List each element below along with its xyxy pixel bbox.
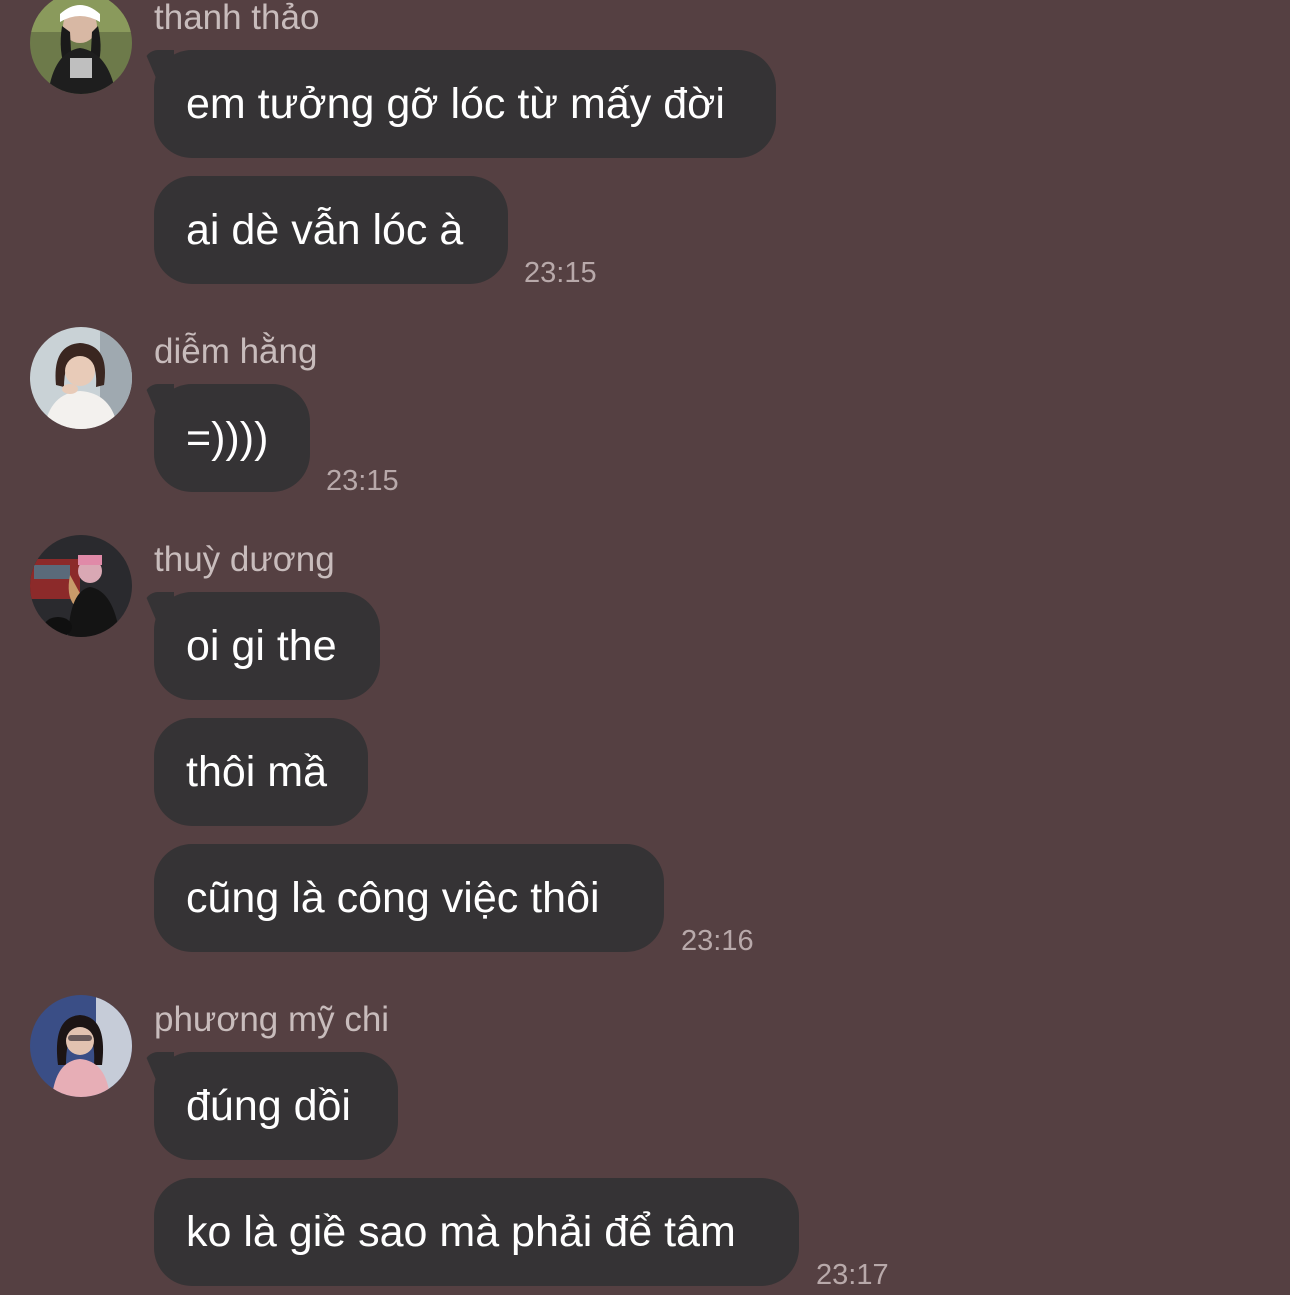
message-bubble[interactable]: ko là giề sao mà phải để tâm bbox=[154, 1178, 799, 1286]
user-avatar-icon bbox=[30, 327, 132, 429]
chat-message-list[interactable]: thanh thảo em tưởng gỡ lóc từ mấy đời ai… bbox=[0, 0, 1290, 1295]
message-bubble[interactable]: =)))) bbox=[154, 384, 310, 492]
message-timestamp: 23:15 bbox=[524, 257, 597, 289]
message-bubble[interactable]: em tưởng gỡ lóc từ mấy đời bbox=[154, 50, 776, 158]
message-bubble[interactable]: oi gi the bbox=[154, 592, 380, 700]
avatar-phuong-my-chi[interactable] bbox=[30, 995, 132, 1097]
user-avatar-icon bbox=[30, 535, 132, 637]
message-timestamp: 23:17 bbox=[816, 1259, 889, 1291]
sender-name: phương mỹ chi bbox=[154, 1000, 390, 1039]
sender-name: diễm hằng bbox=[154, 332, 318, 371]
avatar-thuy-duong[interactable] bbox=[30, 535, 132, 637]
message-bubble[interactable]: thôi mầ bbox=[154, 718, 368, 826]
sender-name: thanh thảo bbox=[154, 0, 320, 37]
message-timestamp: 23:16 bbox=[681, 925, 754, 957]
message-timestamp: 23:15 bbox=[326, 465, 399, 497]
user-avatar-icon bbox=[30, 995, 132, 1097]
avatar-thanh-thao[interactable] bbox=[30, 0, 132, 94]
avatar-diem-hang[interactable] bbox=[30, 327, 132, 429]
message-bubble[interactable]: đúng dồi bbox=[154, 1052, 398, 1160]
user-avatar-icon bbox=[30, 0, 132, 94]
message-bubble[interactable]: cũng là công việc thôi bbox=[154, 844, 664, 952]
message-bubble[interactable]: ai dè vẫn lóc à bbox=[154, 176, 508, 284]
sender-name: thuỳ dương bbox=[154, 540, 335, 579]
